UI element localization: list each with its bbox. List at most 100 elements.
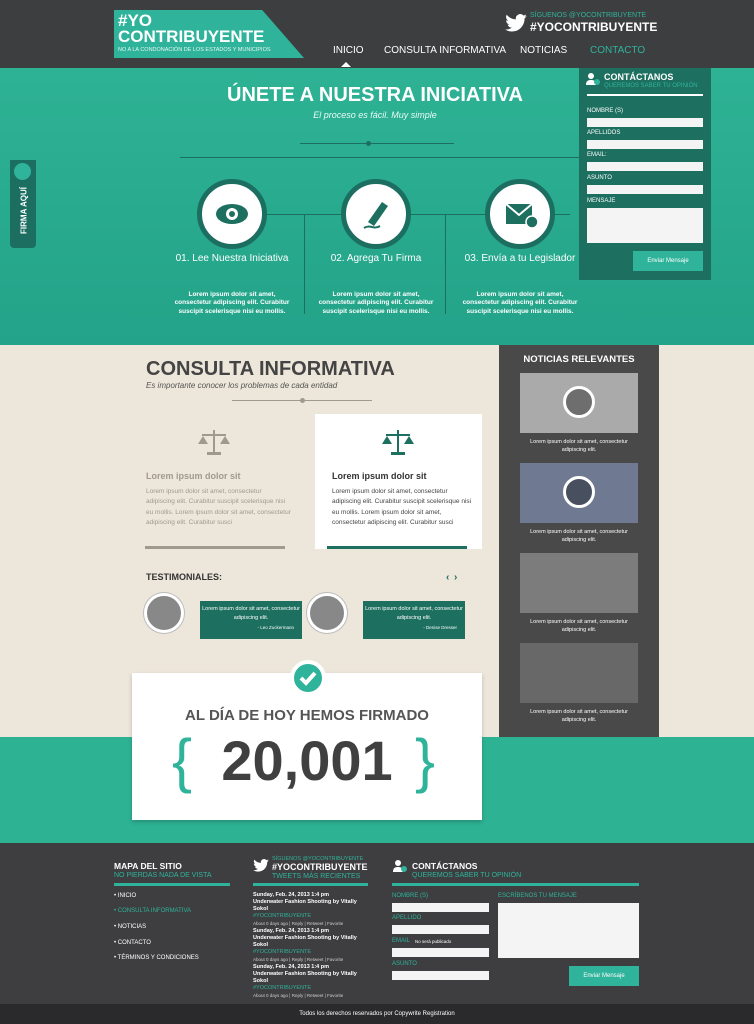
step3-circle[interactable]	[485, 179, 555, 249]
step-divider-2	[445, 214, 446, 314]
news-text-3: Lorem ipsum dolor sit amet, consectetur …	[530, 619, 628, 633]
testimonial-author: - Leo Zuckermann	[257, 624, 294, 630]
sitemap-title: MAPA DEL SITIO	[114, 861, 182, 871]
footer-email-note: No será publicado	[415, 939, 452, 944]
twitter-bird-icon[interactable]	[505, 14, 527, 32]
step2-title: 02. Agrega Tu Firma	[330, 253, 422, 264]
testimonials-next-icon[interactable]: ›	[454, 572, 457, 583]
footer-twitter-hashtag[interactable]: #YOCONTRIBUYENTE	[272, 862, 368, 872]
scales-icon	[382, 430, 414, 455]
avatar	[144, 593, 184, 633]
envelope-icon	[505, 203, 539, 229]
testimonial-bubble-2: Lorem ipsum dolor sit amet, consectetur …	[363, 601, 465, 639]
footer-input-apellido[interactable]	[392, 925, 489, 934]
footer-link-contacto[interactable]: • CONTACTO	[114, 940, 151, 946]
news-title: NOTICIAS RELEVANTES	[523, 354, 635, 365]
footer-input-asunto[interactable]	[392, 971, 489, 980]
tweet-item: Sunday, Feb. 24, 2013 1:4 pm Underwater …	[253, 964, 357, 998]
footer-input-nombre[interactable]	[392, 903, 489, 912]
send-message-button[interactable]: Enviar Mensaje	[633, 251, 703, 271]
footer-input-mensaje[interactable]	[498, 903, 639, 958]
footer-link-terminos[interactable]: • TÉRMINOS Y CONDICIONES	[114, 955, 199, 961]
consulta-title: CONSULTA INFORMATIVA	[146, 358, 395, 380]
contact-box-divider	[587, 94, 703, 96]
footer-label-asunto: ASUNTO	[392, 961, 417, 967]
card1-title: Lorem ipsum dolor sit	[146, 471, 241, 481]
label-mensaje: MENSAJE	[587, 198, 616, 204]
news-image-3[interactable]	[520, 553, 638, 613]
play-icon[interactable]	[563, 386, 595, 418]
footer-tweets-subtitle: TWEETS MÁS RECIENTES	[272, 873, 361, 880]
active-nav-caret	[341, 62, 351, 67]
brace-close: }	[415, 727, 436, 794]
consulta-subtitle: Es importante conocer los problemas de c…	[146, 381, 338, 390]
twitter-bird-icon[interactable]	[253, 859, 269, 872]
contact-form-panel	[579, 68, 711, 280]
contact-box-title: CONTÁCTANOS	[604, 72, 674, 82]
user-add-icon	[393, 860, 407, 872]
hero-divider-dot	[366, 141, 371, 146]
card2-text: Lorem ipsum dolor sit amet, consectetur …	[332, 488, 472, 527]
sitemap-subtitle: NO PIERDAS NADA DE VISTA	[114, 872, 212, 879]
testimonial-author: - Denise Dresser	[423, 624, 457, 630]
footer-label-email: EMAIL	[392, 938, 411, 944]
footer-input-email[interactable]	[392, 948, 489, 957]
testimonials-title: TESTIMONIALES:	[146, 572, 222, 582]
footer-send-button[interactable]: Enviar Mensaje	[569, 966, 639, 986]
input-apellidos[interactable]	[587, 140, 703, 149]
contact-box-subtitle: QUEREMOS SABER TU OPINIÓN	[604, 83, 698, 89]
nav-noticias[interactable]: NOTICIAS	[520, 45, 567, 56]
play-icon[interactable]	[563, 476, 595, 508]
label-nombre: NOMBRE (S)	[587, 108, 623, 114]
testimonial-text: Lorem ipsum dolor sit amet, consectetur …	[202, 606, 300, 622]
counter-title: AL DÍA DE HOY HEMOS FIRMADO	[185, 707, 429, 724]
nav-inicio[interactable]: INICIO	[333, 45, 364, 56]
check-icon	[290, 660, 326, 696]
news-text-1: Lorem ipsum dolor sit amet, consectetur …	[530, 439, 628, 453]
footer-link-noticias[interactable]: • NOTICIAS	[114, 924, 146, 930]
avatar	[307, 593, 347, 633]
footer-label-nombre: NOMBRE (S)	[392, 893, 428, 899]
step3-title: 03. Envía a tu Legislador	[464, 253, 576, 264]
eye-icon	[216, 204, 248, 224]
input-nombre[interactable]	[587, 118, 703, 127]
label-asunto: ASUNTO	[587, 175, 612, 181]
twitter-follow-link[interactable]: SÍGUENOS @YOCONTRIBUYENTE	[530, 12, 646, 19]
firma-aqui-label: FIRMA AQUÍ	[19, 187, 29, 234]
footer-label-apellido: APELLIDO	[392, 915, 422, 921]
pen-icon	[363, 202, 388, 229]
sitemap-bar	[114, 883, 230, 886]
card2-title: Lorem ipsum dolor sit	[332, 471, 427, 481]
nav-consulta[interactable]: CONSULTA INFORMATIVA	[384, 45, 506, 56]
label-apellidos: APELLIDOS	[587, 130, 621, 136]
step2-circle[interactable]	[341, 179, 411, 249]
card2-bar	[327, 546, 467, 549]
tweets-bar	[253, 883, 368, 886]
step-divider-1	[304, 214, 305, 314]
testimonial-text: Lorem ipsum dolor sit amet, consectetur …	[365, 606, 463, 622]
footer-link-consulta[interactable]: • CONSULTA INFORMATIVA	[114, 908, 191, 914]
input-mensaje[interactable]	[587, 208, 703, 243]
news-text-2: Lorem ipsum dolor sit amet, consectetur …	[530, 529, 628, 543]
label-email: EMAIL:	[587, 152, 607, 158]
logo-tagline: NO A LA CONDONACIÓN DE LOS ESTADOS Y MUN…	[118, 47, 271, 53]
step1-circle[interactable]	[197, 179, 267, 249]
input-email[interactable]	[587, 162, 703, 171]
footer-contact-subtitle: QUEREMOS SABER TU OPINIÓN	[412, 872, 522, 879]
testimonials-prev-icon[interactable]: ‹	[446, 572, 449, 583]
news-image-4[interactable]	[520, 643, 638, 703]
step3-text: Lorem ipsum dolor sit amet, consectetur …	[462, 291, 578, 315]
tweet-item: Sunday, Feb. 24, 2013 1:4 pm Underwater …	[253, 928, 357, 962]
footer-label-mensaje: ESCRÍBENOS TU MENSAJE	[498, 893, 577, 899]
nav-contacto[interactable]: CONTACTO	[590, 45, 645, 56]
steps-line	[180, 157, 580, 158]
header	[0, 0, 754, 68]
copyright-bar: Todos los derechos reservados por Copywr…	[0, 1004, 754, 1024]
tweet-item: Sunday, Feb. 24, 2013 1:4 pm Underwater …	[253, 892, 357, 926]
hero-divider	[300, 143, 454, 144]
footer-link-inicio[interactable]: • INICIO	[114, 893, 136, 899]
footer-contact-title: CONTÁCTANOS	[412, 861, 478, 871]
twitter-hashtag[interactable]: #YOCONTRIBUYENTE	[530, 20, 657, 34]
input-asunto[interactable]	[587, 185, 703, 194]
step1-title: 01. Lee Nuestra Iniciativa	[175, 253, 289, 264]
